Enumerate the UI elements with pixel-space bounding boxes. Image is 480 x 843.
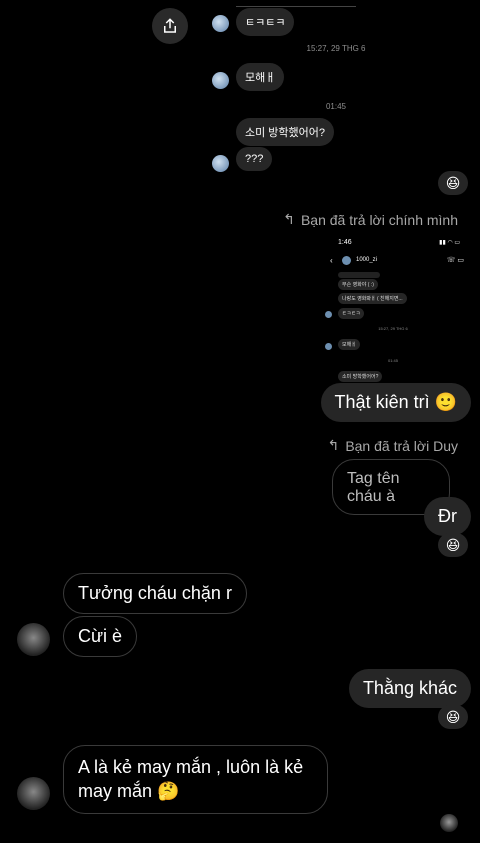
quoted-text: Tag tên cháu à — [347, 470, 400, 505]
reply-icon: ↰ — [283, 211, 295, 227]
timestamp: 15:27, 29 THG 6 — [306, 44, 366, 53]
contact-name: 1000_zi — [356, 257, 378, 263]
mini-bubble: 무슨 영화야 ( :) — [338, 279, 378, 290]
mini-bubble: 모해ㅐ — [338, 339, 360, 350]
outgoing-message[interactable]: Thật kiên trì 🙂 — [320, 383, 471, 422]
status-time: 1:46 — [338, 239, 352, 246]
message-bubble[interactable]: 소미 방학했어어? — [236, 118, 335, 146]
reply-indicator: ↰ Bạn đã trả lời Duy — [327, 437, 458, 454]
message-bubble[interactable]: ㅌㅋㅌㅋ — [236, 8, 295, 36]
mini-bubble: 나랑도 영화봐ㅐ ( 친해지면... — [338, 293, 407, 304]
incoming-message[interactable]: Cừi è — [63, 616, 138, 657]
outgoing-message[interactable]: Đr — [424, 497, 471, 536]
share-button[interactable] — [152, 8, 188, 44]
reply-icon: ↰ — [327, 437, 340, 453]
avatar[interactable] — [17, 623, 50, 656]
reaction-badge[interactable]: 😆 — [438, 533, 468, 557]
outgoing-message[interactable]: Thằng khác — [348, 669, 471, 708]
mini-bubble: ㅌㅋㅌㅋ — [338, 308, 365, 319]
incoming-message[interactable]: A là kẻ may mắn , luôn là kẻ may mắn 🤔 — [63, 745, 328, 814]
mini-bubble: 소미 방학했어어? — [338, 371, 383, 382]
avatar — [342, 256, 351, 265]
quoted-screenshot[interactable]: 1:46 ▮▮ ◠ ▭ ‹ 1000_zi ☏ ▭ 무슨 영화야 ( :) 나랑… — [320, 234, 470, 386]
avatar[interactable] — [212, 15, 229, 32]
avatar[interactable] — [212, 72, 229, 89]
call-icons: ☏ ▭ — [446, 257, 464, 264]
reply-indicator: ↰ Bạn đã trả lời chính mình — [283, 211, 458, 228]
reaction-badge[interactable]: 😆 — [438, 171, 468, 195]
status-icons: ▮▮ ◠ ▭ — [439, 240, 460, 246]
avatar[interactable] — [17, 777, 50, 810]
message-bubble[interactable]: ??? — [236, 147, 273, 171]
timestamp: 01:45 — [325, 102, 347, 111]
back-icon: ‹ — [330, 256, 333, 265]
message-bubble[interactable]: 모해ㅐ — [236, 63, 285, 91]
avatar[interactable] — [212, 155, 229, 172]
seen-avatar — [440, 814, 458, 832]
share-icon — [164, 18, 176, 33]
mini-timestamp: 15:27, 29 THG 6 — [378, 326, 408, 331]
mini-timestamp: 01:45 — [387, 358, 398, 363]
reaction-badge[interactable]: 😆 — [438, 705, 468, 729]
incoming-message[interactable]: Tưởng cháu chặn r — [63, 573, 247, 614]
